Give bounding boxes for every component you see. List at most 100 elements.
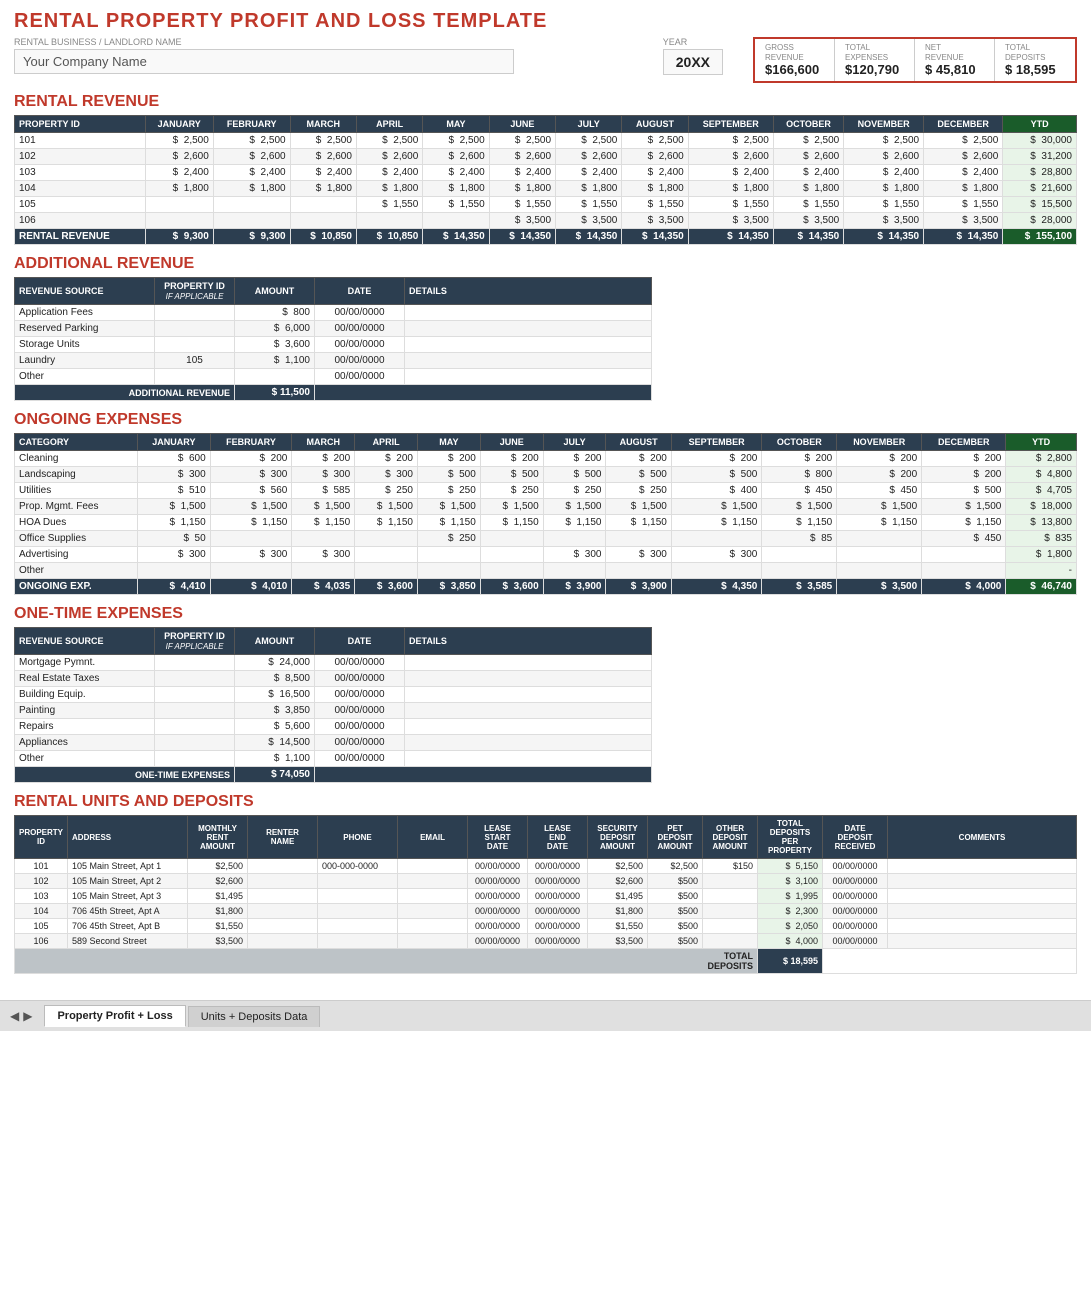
table-row: Other- [15,563,1077,579]
oe-total-cell: $ 4,410 [138,579,211,595]
ru-address: 105 Main Street, Apt 1 [68,859,188,874]
tab-prev-icon[interactable]: ◀ [10,1009,19,1023]
company-name[interactable]: Your Company Name [14,49,514,74]
ot-amount: $ 8,500 [235,671,315,687]
money-cell: $ 1,500 [671,499,761,515]
money-cell: $ 560 [210,483,292,499]
ar-amount: $ 6,000 [235,321,315,337]
money-cell: $ 200 [671,451,761,467]
rr-total-cell: $ 14,350 [688,229,773,245]
ru-total-dep: $ 2,300 [758,904,823,919]
ru-security: $1,800 [588,904,648,919]
net-revenue-item: NETREVENUE $ 45,810 [915,39,995,81]
money-cell [837,531,922,547]
table-row: 102$ 2,600$ 2,600$ 2,600$ 2,600$ 2,600$ … [15,149,1077,165]
ytd-cell: $ 28,800 [1003,165,1077,181]
list-item: Storage Units $ 3,600 00/00/0000 [15,337,652,353]
ru-id: 104 [15,904,68,919]
ar-prop-id: 105 [155,353,235,369]
year-value[interactable]: 20XX [663,49,723,75]
money-cell [356,213,422,229]
money-cell: $ 200 [210,451,292,467]
oe-total-ytd: $ 46,740 [1006,579,1077,595]
header-section: RENTAL BUSINESS / LANDLORD NAME Your Com… [14,37,1077,83]
oe-header-feb: FEBRUARY [210,434,292,451]
ot-header-amount: AMOUNT [235,628,315,655]
tab-profit-loss[interactable]: Property Profit + Loss [44,1005,185,1027]
ot-source: Other [15,751,155,767]
ru-other [703,919,758,934]
money-cell: $ 2,600 [622,149,688,165]
oe-header-apr: APRIL [355,434,418,451]
ot-source: Painting [15,703,155,719]
ot-prop-id [155,751,235,767]
tab-next-icon[interactable]: ▶ [23,1009,32,1023]
tab-units-deposits[interactable]: Units + Deposits Data [188,1006,321,1027]
ar-prop-id [155,369,235,385]
money-cell: $ 2,500 [773,133,843,149]
ru-pet: $500 [648,904,703,919]
money-cell: $ 2,400 [145,165,213,181]
money-cell: $ 250 [355,483,418,499]
ru-other [703,874,758,889]
money-cell: $ 200 [355,451,418,467]
ru-lease-start: 00/00/0000 [468,934,528,949]
prop-id-cell: 103 [15,165,146,181]
money-cell [292,531,355,547]
money-cell: $ 2,500 [556,133,622,149]
oe-header-jan: JANUARY [138,434,211,451]
one-time-expenses-title: ONE-TIME EXPENSES [14,605,1077,623]
oe-ytd: $ 4,800 [1006,467,1077,483]
money-cell: $ 1,150 [837,515,922,531]
money-cell [423,213,489,229]
oe-header-oct: OCTOBER [762,434,837,451]
table-row: 106$ 3,500$ 3,500$ 3,500$ 3,500$ 3,500$ … [15,213,1077,229]
ot-amount: $ 3,850 [235,703,315,719]
ru-email [398,889,468,904]
ot-header-details: DETAILS [405,628,652,655]
ru-dep-date: 00/00/0000 [823,859,888,874]
ru-id: 106 [15,934,68,949]
money-cell: $ 1,150 [138,515,211,531]
table-row: Prop. Mgmt. Fees$ 1,500$ 1,500$ 1,500$ 1… [15,499,1077,515]
ru-renter [248,919,318,934]
money-cell: $ 1,500 [417,499,480,515]
tab-nav[interactable]: ◀ ▶ [8,1009,34,1023]
table-row: Landscaping$ 300$ 300$ 300$ 300$ 500$ 50… [15,467,1077,483]
money-cell: $ 200 [480,451,543,467]
ot-source: Real Estate Taxes [15,671,155,687]
money-cell [762,547,837,563]
table-row: 103$ 2,400$ 2,400$ 2,400$ 2,400$ 2,400$ … [15,165,1077,181]
money-cell: $ 300 [606,547,671,563]
money-cell: $ 2,400 [773,165,843,181]
ot-source: Building Equip. [15,687,155,703]
ar-details [405,369,652,385]
ar-header-source: REVENUE SOURCE [15,278,155,305]
ru-other [703,934,758,949]
money-cell: $ 1,800 [423,181,489,197]
money-cell: $ 1,500 [210,499,292,515]
money-cell [213,213,290,229]
ytd-cell: $ 30,000 [1003,133,1077,149]
rr-total-cell: $ 14,350 [844,229,924,245]
ru-dep-date: 00/00/0000 [823,934,888,949]
ar-prop-id [155,305,235,321]
ru-rent: $1,800 [188,904,248,919]
money-cell: $ 1,150 [606,515,671,531]
ru-header-rent: MONTHLYRENTAMOUNT [188,816,248,859]
list-item: Reserved Parking $ 6,000 00/00/0000 [15,321,652,337]
additional-revenue-table: REVENUE SOURCE PROPERTY IDif applicable … [14,277,652,401]
money-cell [145,213,213,229]
oe-header-cat: CATEGORY [15,434,138,451]
ru-renter [248,874,318,889]
ru-comments [888,859,1077,874]
money-cell: $ 1,800 [489,181,555,197]
summary-box: GROSSREVENUE $166,600 TOTALEXPENSES $120… [753,37,1077,83]
total-deposits-blank [823,949,1077,974]
money-cell: $ 250 [543,483,606,499]
ru-lease-start: 00/00/0000 [468,889,528,904]
rr-total-cell: $ 14,350 [556,229,622,245]
net-revenue-label: NETREVENUE [925,43,984,62]
ru-lease-end: 00/00/0000 [528,889,588,904]
money-cell: $ 2,500 [489,133,555,149]
